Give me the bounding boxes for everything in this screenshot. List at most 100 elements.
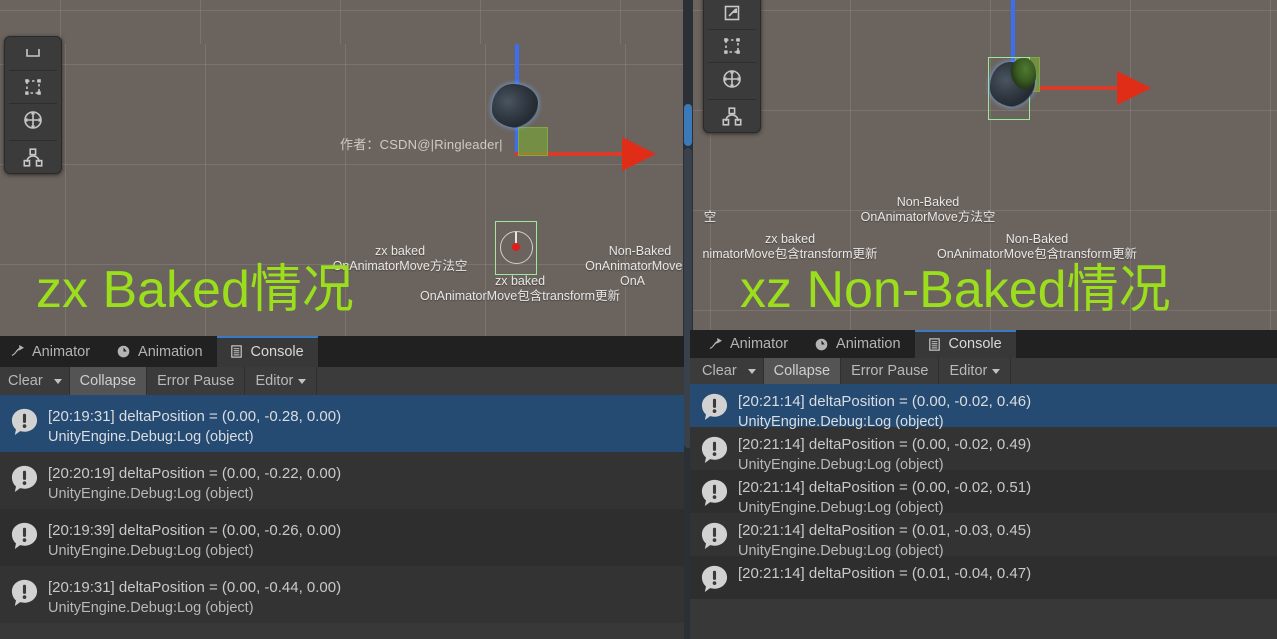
log-message: [20:21:14] deltaPosition = (0.00, -0.02,… bbox=[738, 436, 1032, 453]
log-row-0-left[interactable]: [20:19:31] deltaPosition = (0.00, -0.28,… bbox=[0, 395, 684, 452]
scene-label-right-3: Non-Baked OnAnimatorMove包含transform更新 bbox=[902, 232, 1172, 262]
scene-label-left-3: OnA bbox=[620, 274, 690, 289]
clear-button-right[interactable]: Clear bbox=[690, 358, 741, 384]
animator-icon bbox=[708, 337, 723, 352]
log-stack: UnityEngine.Debug:Log (object) bbox=[48, 486, 254, 502]
log-row-1-right[interactable]: [20:21:14] deltaPosition = (0.00, -0.02,… bbox=[690, 427, 1277, 473]
scene-label-right-0-line2: 空 bbox=[703, 210, 717, 224]
pivot-point-left bbox=[512, 243, 520, 251]
scene-tools-palette-left[interactable] bbox=[4, 36, 62, 174]
scene-label-left-1: Non-Baked OnAnimatorMove方 bbox=[540, 244, 690, 274]
error-pause-label: Error Pause bbox=[851, 363, 929, 379]
console-toolbar-right: Clear Collapse Error Pause Editor bbox=[690, 358, 1277, 385]
scene-label-left-1-line2: OnAnimatorMove方 bbox=[585, 259, 690, 273]
scene-label-left-2-line2: OnAnimatorMove包含transform更新 bbox=[419, 289, 621, 303]
scene-label-right-1: Non-Baked OnAnimatorMove方法空 bbox=[813, 195, 1043, 225]
transform-move-tool-button[interactable] bbox=[5, 103, 61, 136]
log-text-2-left: [20:19:39] deltaPosition = (0.00, -0.26,… bbox=[48, 520, 341, 562]
editor-label: Editor bbox=[949, 363, 988, 379]
editor-label: Editor bbox=[255, 373, 294, 389]
collapse-label: Collapse bbox=[79, 373, 137, 389]
custom-editor-tool-button[interactable] bbox=[5, 140, 61, 173]
tab-animation-left[interactable]: Animation bbox=[104, 336, 216, 367]
error-pause-toggle-right[interactable]: Error Pause bbox=[841, 358, 940, 384]
tab-label-animation: Animation bbox=[138, 343, 203, 360]
tab-label-console: Console bbox=[948, 336, 1002, 352]
editor-dropdown-right[interactable]: Editor bbox=[939, 358, 1012, 384]
scene-label-right-2-line2: nimatorMove包含transform更新 bbox=[702, 247, 878, 261]
scene-label-right-1-line1: Non-Baked bbox=[896, 195, 960, 209]
scrollbar-thumb-highlight[interactable] bbox=[684, 104, 692, 146]
collapse-toggle-right[interactable]: Collapse bbox=[763, 358, 842, 384]
editor-dropdown-left[interactable]: Editor bbox=[245, 367, 318, 395]
collapse-toggle-left[interactable]: Collapse bbox=[69, 367, 148, 395]
log-text-1-left: [20:20:19] deltaPosition = (0.00, -0.22,… bbox=[48, 463, 341, 505]
custom-editor-tool-button[interactable] bbox=[704, 99, 760, 132]
console-icon bbox=[927, 337, 942, 352]
log-row-3-right[interactable]: [20:21:14] deltaPosition = (0.01, -0.03,… bbox=[690, 513, 1277, 559]
scene-label-right-1-line2: OnAnimatorMove方法空 bbox=[860, 210, 996, 224]
log-text-4-right: [20:21:14] deltaPosition = (0.01, -0.04,… bbox=[738, 563, 1031, 584]
tab-console-left[interactable]: Console bbox=[216, 336, 318, 367]
tab-animator-right[interactable]: Animator bbox=[690, 330, 802, 358]
log-message: [20:19:31] deltaPosition = (0.00, -0.44,… bbox=[48, 579, 342, 596]
tab-label-animator: Animator bbox=[730, 336, 789, 352]
scene-label-right-3-line2: OnAnimatorMove包含transform更新 bbox=[936, 247, 1138, 261]
log-row-2-right[interactable]: [20:21:14] deltaPosition = (0.00, -0.02,… bbox=[690, 470, 1277, 516]
log-row-4-right[interactable]: [20:21:14] deltaPosition = (0.01, -0.04,… bbox=[690, 556, 1277, 599]
tabbar-left: Animator Animation Console bbox=[0, 336, 684, 367]
error-pause-label: Error Pause bbox=[157, 373, 235, 389]
log-info-icon bbox=[700, 478, 729, 507]
tab-console-right[interactable]: Console bbox=[914, 330, 1016, 358]
log-message: [20:21:14] deltaPosition = (0.01, -0.03,… bbox=[738, 522, 1032, 539]
log-list-left[interactable]: [20:19:31] deltaPosition = (0.00, -0.28,… bbox=[0, 395, 684, 639]
log-list-right[interactable]: [20:21:14] deltaPosition = (0.00, -0.02,… bbox=[690, 384, 1277, 639]
console-panel-left: Animator Animation Console Clear Collaps… bbox=[0, 336, 684, 639]
log-text-0-right: [20:21:14] deltaPosition = (0.00, -0.02,… bbox=[738, 391, 1031, 433]
clear-label: Clear bbox=[8, 373, 43, 389]
scale-tool-button[interactable] bbox=[704, 0, 760, 29]
log-info-icon bbox=[10, 464, 39, 493]
editor-dropdown-caret-icon bbox=[298, 378, 307, 384]
clear-button-left[interactable]: Clear bbox=[0, 367, 47, 395]
log-row-3-left[interactable]: [20:19:31] deltaPosition = (0.00, -0.44,… bbox=[0, 566, 684, 623]
annotation-headline-right: xz Non-Baked情况 bbox=[740, 261, 1171, 319]
log-info-icon bbox=[10, 521, 39, 550]
log-row-2-left[interactable]: [20:19:39] deltaPosition = (0.00, -0.26,… bbox=[0, 509, 684, 566]
log-stack: UnityEngine.Debug:Log (object) bbox=[738, 457, 944, 473]
clear-dropdown-left[interactable] bbox=[47, 367, 70, 395]
log-info-icon bbox=[700, 521, 729, 550]
transform-move-tool-button[interactable] bbox=[704, 62, 760, 95]
log-row-1-left[interactable]: [20:20:19] deltaPosition = (0.00, -0.22,… bbox=[0, 452, 684, 509]
rect-tool-partial-button[interactable] bbox=[5, 37, 61, 70]
animation-clock-icon bbox=[116, 344, 131, 359]
rect-transform-tool-button[interactable] bbox=[5, 70, 61, 103]
tab-animation-right[interactable]: Animation bbox=[802, 330, 914, 358]
log-stack: UnityEngine.Debug:Log (object) bbox=[48, 600, 254, 616]
collider-box-left bbox=[518, 127, 548, 156]
annotation-headline-left: zx Baked情况 bbox=[36, 261, 354, 319]
scene-view-right[interactable]: 空 Non-Baked OnAnimatorMove方法空 zx baked n… bbox=[690, 0, 1277, 330]
animator-icon bbox=[10, 344, 25, 359]
scene-label-left-3-line2: OnA bbox=[620, 274, 646, 288]
log-message: [20:21:14] deltaPosition = (0.00, -0.02,… bbox=[738, 393, 1032, 410]
scene-label-right-2-line1: zx baked bbox=[764, 232, 816, 246]
log-row-0-right[interactable]: [20:21:14] deltaPosition = (0.00, -0.02,… bbox=[690, 384, 1277, 430]
error-pause-toggle-left[interactable]: Error Pause bbox=[147, 367, 246, 395]
tab-label-console: Console bbox=[250, 343, 304, 360]
scene-label-left-1-line1: Non-Baked bbox=[608, 244, 672, 258]
log-text-3-right: [20:21:14] deltaPosition = (0.01, -0.03,… bbox=[738, 520, 1031, 562]
scene-label-right-3-line1: Non-Baked bbox=[1005, 232, 1069, 246]
tab-label-animation: Animation bbox=[836, 336, 901, 352]
scene-tools-palette-right[interactable] bbox=[703, 0, 761, 133]
x-axis-arrow-left bbox=[622, 137, 656, 171]
tab-animator-left[interactable]: Animator bbox=[0, 336, 104, 367]
tab-label-animator: Animator bbox=[32, 343, 91, 360]
rect-transform-tool-button[interactable] bbox=[704, 29, 760, 62]
scene-view-left[interactable]: 作者：CSDN@|Ringleader| zx baked OnAnimator… bbox=[0, 44, 690, 336]
scene-label-left-2: zx baked OnAnimatorMove包含transform更新 bbox=[400, 274, 640, 304]
tabbar-right: Animator Animation Console bbox=[690, 330, 1277, 358]
log-info-icon bbox=[700, 564, 729, 593]
clear-dropdown-right[interactable] bbox=[741, 358, 764, 384]
clear-dropdown-caret-icon bbox=[53, 378, 62, 384]
